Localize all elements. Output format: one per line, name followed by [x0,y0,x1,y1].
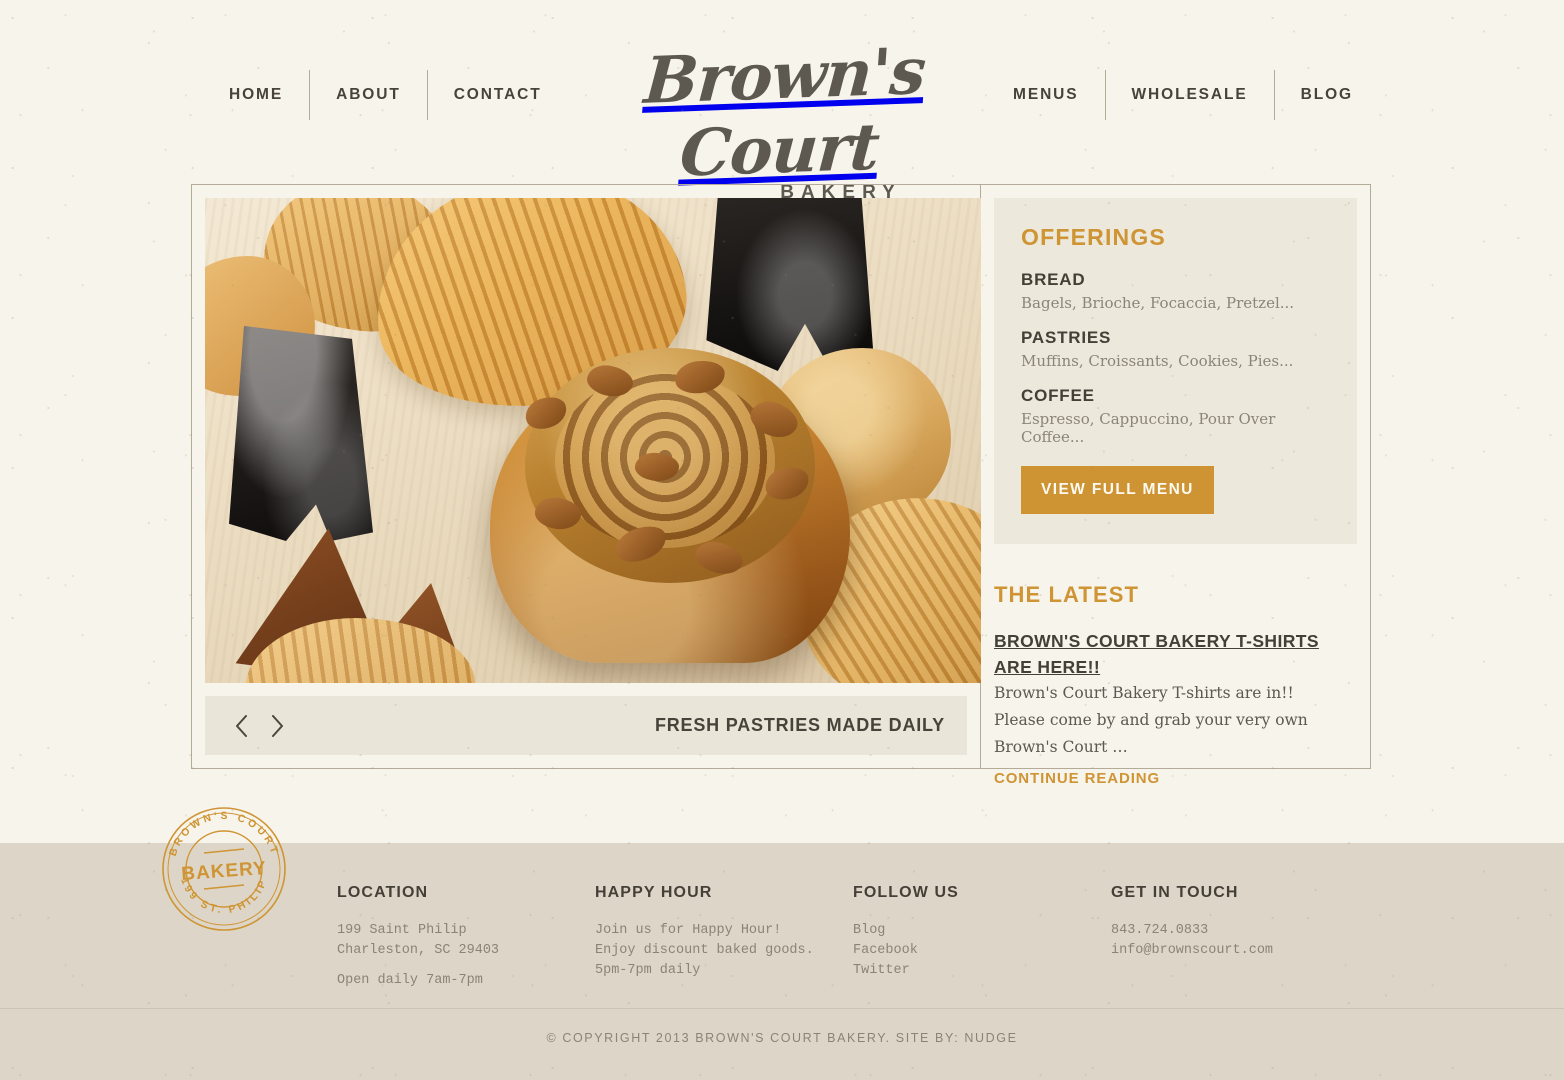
latest-post-title[interactable]: BROWN'S COURT BAKERY T-SHIRTS ARE HERE!! [994,631,1319,677]
footer-address-line-2: Charleston, SC 29403 [337,943,500,958]
happy-hour-line-3: 5pm-7pm daily [595,963,701,978]
chevron-left-icon[interactable] [227,709,255,743]
offering-desc: Bagels, Brioche, Focaccia, Pretzel... [1021,294,1295,312]
hero-slider: FRESH PASTRIES MADE DAILY [192,185,981,768]
happy-hour-line-2: Enjoy discount baked goods. [595,943,814,958]
offerings-panel: OFFERINGS BREAD Bagels, Brioche, Focacci… [994,198,1357,544]
footer-column-contact: GET IN TOUCH 843.724.0833 info@brownscou… [1111,884,1391,1008]
main-content-box: FRESH PASTRIES MADE DAILY OFFERINGS BREA… [191,184,1371,787]
footer-phone[interactable]: 843.724.0833 [1111,921,1391,941]
footer-hours: Open daily 7am-7pm [337,973,483,988]
sidebar: OFFERINGS BREAD Bagels, Brioche, Focacci… [981,185,1370,787]
offering-pastries: PASTRIES Muffins, Croissants, Cookies, P… [1021,328,1330,370]
footer-heading-location: LOCATION [337,884,429,901]
footer-address-line-1: 199 Saint Philip [337,923,467,938]
nav-item-contact[interactable]: CONTACT [428,80,568,110]
footer-column-follow: FOLLOW US Blog Facebook Twitter [853,884,1111,1008]
footer-email[interactable]: info@brownscourt.com [1111,941,1391,961]
footer-heading-follow: FOLLOW US [853,884,959,901]
view-full-menu-button[interactable]: VIEW FULL MENU [1021,466,1214,514]
copyright-bar: © COPYRIGHT 2013 BROWN'S COURT BAKERY. S… [0,1008,1564,1080]
offering-desc: Muffins, Croissants, Cookies, Pies... [1021,352,1294,370]
footer-link-twitter[interactable]: Twitter [853,961,1111,981]
slider-control-bar: FRESH PASTRIES MADE DAILY [205,696,967,755]
footer-link-facebook[interactable]: Facebook [853,941,1111,961]
pastry-black-cake-front [229,326,373,541]
nav-item-menus[interactable]: MENUS [987,80,1104,110]
nav-item-wholesale[interactable]: WHOLESALE [1106,80,1274,110]
primary-nav-right: MENUS WHOLESALE BLOG [987,70,1379,120]
latest-title: THE LATEST [994,582,1140,607]
footer-heading-get-in-touch: GET IN TOUCH [1111,884,1239,901]
offerings-title: OFFERINGS [1021,224,1166,250]
copyright-text: © COPYRIGHT 2013 BROWN'S COURT BAKERY. S… [546,1031,1018,1045]
slider-arrows [227,709,291,743]
latest-panel: THE LATEST BROWN'S COURT BAKERY T-SHIRTS… [981,557,1370,788]
logo-script-text: Brown's Court [641,33,928,192]
chevron-right-icon[interactable] [263,709,291,743]
primary-nav-left: HOME ABOUT CONTACT [203,70,568,120]
offering-name: PASTRIES [1021,328,1112,347]
latest-post-excerpt: Brown's Court Bakery T-shirts are in!! P… [994,684,1308,756]
nav-item-about[interactable]: ABOUT [310,80,427,110]
pastry-black-cake-back [706,198,873,373]
offering-desc: Espresso, Cappuccino, Pour Over Coffee..… [1021,410,1276,446]
footer-heading-happy-hour: HAPPY HOUR [595,884,713,901]
footer-column-location: LOCATION 199 Saint Philip Charleston, SC… [337,884,595,1008]
offering-name: COFFEE [1021,386,1095,405]
bakery-stamp-logo: BROWN'S COURT 199 ST. PHILIP BAKERY [160,805,288,933]
slide-caption: FRESH PASTRIES MADE DAILY [654,715,945,735]
site-footer: BROWN'S COURT 199 ST. PHILIP BAKERY LOCA… [0,807,1564,1008]
site-logo[interactable]: Brown's Court BAKERY [572,34,992,204]
offering-coffee: COFFEE Espresso, Cappuccino, Pour Over C… [1021,386,1330,446]
continue-reading-link[interactable]: CONTINUE READING [994,770,1160,787]
offering-name: BREAD [1021,270,1086,289]
footer-link-blog[interactable]: Blog [853,921,1111,941]
offering-bread: BREAD Bagels, Brioche, Focaccia, Pretzel… [1021,270,1330,312]
nav-item-blog[interactable]: BLOG [1275,80,1379,110]
happy-hour-line-1: Join us for Happy Hour! [595,923,782,938]
nav-item-home[interactable]: HOME [203,80,309,110]
svg-text:BAKERY: BAKERY [181,858,268,885]
footer-column-happy-hour: HAPPY HOUR Join us for Happy Hour! Enjoy… [595,884,853,1008]
hero-image[interactable] [205,198,981,683]
site-header: HOME ABOUT CONTACT Brown's Court BAKERY … [0,0,1564,203]
